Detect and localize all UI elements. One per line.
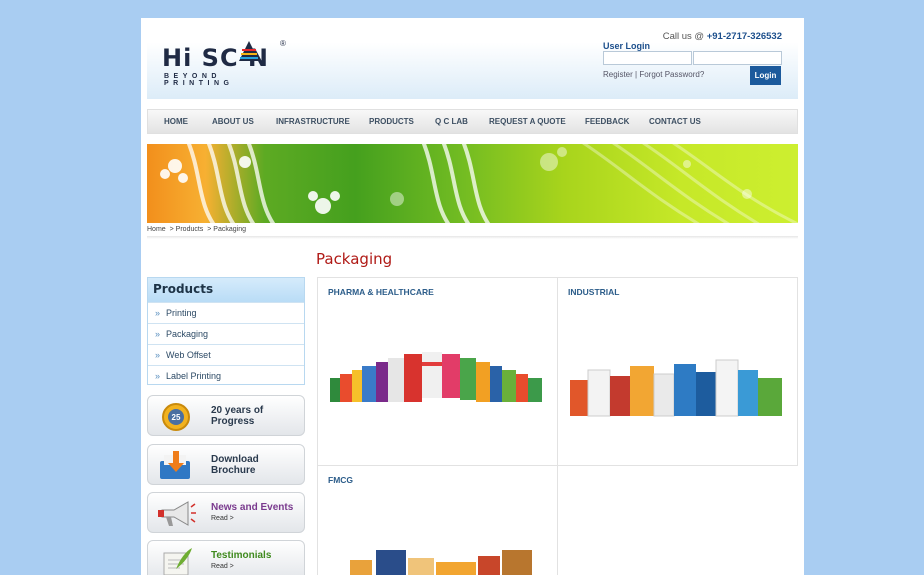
nav-home[interactable]: HOME [164,110,188,133]
quill-paper-icon [163,548,192,575]
breadcrumb-products[interactable]: > Products [170,226,204,233]
promo-20-years-line1: 20 years of [211,405,264,416]
breadcrumb-home[interactable]: Home [147,226,166,233]
content-divider [147,236,798,239]
promo-download-brochure[interactable]: Download Brochure [147,444,305,485]
products-item-web-offset[interactable]: Web Offset [148,344,304,365]
category-title-fmcg: FMCG [328,475,354,485]
promo-20-years[interactable]: 25 20 years of Progress [147,395,305,436]
promo-testimonials-title: Testimonials [211,550,272,561]
register-link[interactable]: Register [603,70,633,79]
main-nav: HOME ABOUT US INFRASTRUCTURE PRODUCTS Q … [147,109,798,134]
floral-banner [147,144,798,223]
promo-testimonials-read[interactable]: Read > [211,563,234,570]
login-button[interactable]: Login [750,66,781,85]
anniversary-25-icon: 25 [162,403,190,431]
megaphone-icon [158,501,196,526]
promo-news-title: News and Events [211,502,294,513]
nav-request-quote[interactable]: REQUEST A QUOTE [489,110,566,133]
call-us-text: Call us @ +91-2717-326532 [663,31,782,42]
products-item-packaging[interactable]: Packaging [148,323,304,344]
nav-contact-us[interactable]: CONTACT US [649,110,701,133]
promo-20-years-line2: Progress [211,416,255,427]
products-item-label-printing[interactable]: Label Printing [148,365,304,386]
page-title: Packaging [316,250,393,268]
username-input[interactable] [603,51,692,65]
nav-about-us[interactable]: ABOUT US [212,110,254,133]
forgot-password-link[interactable]: Forgot Password? [639,70,704,79]
registered-mark: ® [280,39,286,48]
header: Hi SC N ® BEYOND PRINTING Call us @ +91-… [147,18,798,99]
category-pharma-healthcare[interactable]: PHARMA & HEALTHCARE [317,277,558,466]
category-fmcg[interactable]: FMCG [317,465,558,575]
promo-brochure-line2: Brochure [211,465,256,476]
nav-feedback[interactable]: FEEDBACK [585,110,629,133]
logo-tagline: BEYOND PRINTING [164,73,234,87]
industrial-products-image [570,359,782,417]
promo-news-events[interactable]: News and Events Read > [147,492,305,533]
nav-products[interactable]: PRODUCTS [369,110,414,133]
category-industrial[interactable]: INDUSTRIAL [557,277,798,466]
pharma-products-image [330,352,542,402]
fmcg-products-image [350,550,532,575]
password-input[interactable] [693,51,782,65]
category-title-industrial: INDUSTRIAL [568,287,620,297]
call-us-label: Call us @ [662,31,707,42]
products-menu: Products Printing Packaging Web Offset L… [147,277,305,386]
login-links: Register | Forgot Password? [603,70,704,79]
products-menu-title: Products [148,278,304,302]
products-item-printing[interactable]: Printing [148,302,304,323]
nav-qc-lab[interactable]: Q C LAB [435,110,468,133]
promo-news-read[interactable]: Read > [211,515,234,522]
link-separator: | [635,70,638,79]
logo-triangle-icon [239,41,259,61]
phone-number: +91-2717-326532 [706,31,782,42]
promo-brochure-line1: Download [211,454,259,465]
breadcrumb-current: > Packaging [207,226,246,233]
page-container: Hi SC N ® BEYOND PRINTING Call us @ +91-… [141,18,804,575]
promo-testimonials[interactable]: Testimonials Read > [147,540,305,575]
nav-infrastructure[interactable]: INFRASTRUCTURE [276,110,350,133]
breadcrumb: Home > Products > Packaging [147,226,248,233]
banner-swirls-graphic [160,144,798,223]
download-folder-icon [160,451,190,479]
svg-text:25: 25 [172,413,181,422]
user-login-title: User Login [603,41,651,51]
category-title-pharma: PHARMA & HEALTHCARE [328,287,434,297]
hiscan-logo[interactable]: Hi SC N ® BEYOND PRINTING [162,36,292,87]
